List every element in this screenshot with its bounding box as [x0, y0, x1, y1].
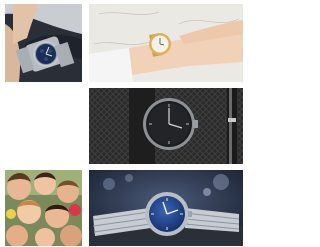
grid-tile-watch-on-wrist[interactable] [5, 4, 82, 82]
grid-tile-blank [5, 88, 82, 164]
blue-watch-photo [89, 170, 243, 246]
group-photo [5, 170, 82, 246]
black-watch-photo [89, 88, 243, 164]
grid-tile-black-watch[interactable] [89, 88, 243, 164]
grid-tile-blue-watch[interactable] [89, 170, 243, 246]
grid-tile-gold-watch[interactable] [89, 4, 243, 82]
grid-tile-group-photo[interactable] [5, 170, 82, 246]
gold-watch-photo [89, 4, 243, 82]
image-grid [0, 0, 248, 247]
wrist-watch-photo [5, 4, 82, 82]
